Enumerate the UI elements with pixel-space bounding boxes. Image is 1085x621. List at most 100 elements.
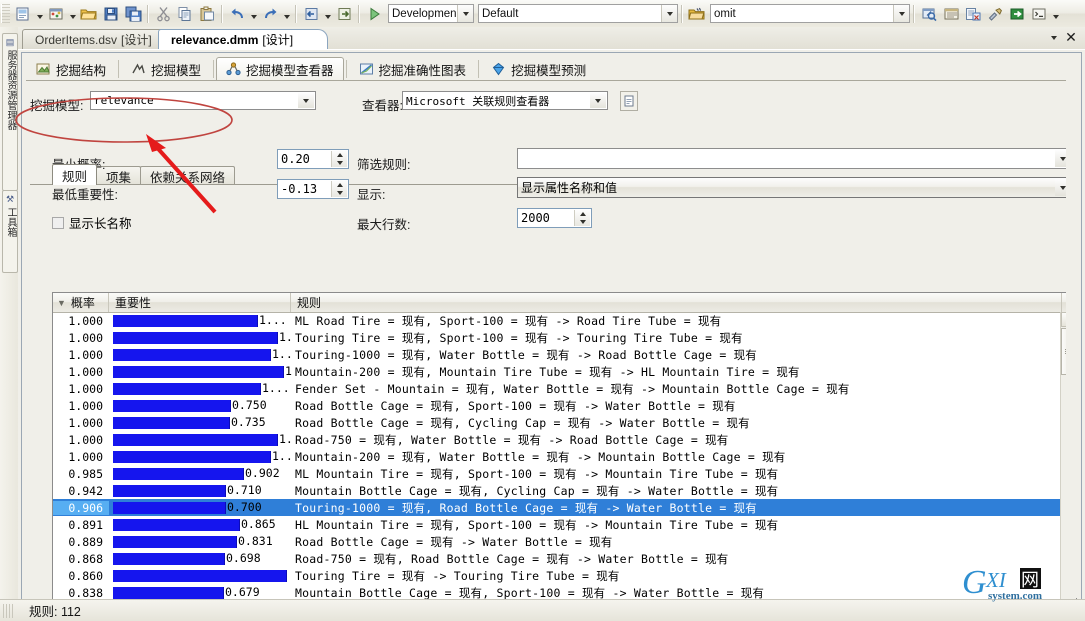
save-icon[interactable]	[100, 3, 122, 25]
tab-orderitems[interactable]: OrderItems.dsv [设计]	[22, 29, 172, 49]
save-all-icon[interactable]	[122, 3, 144, 25]
min-probability-spin-down[interactable]	[332, 159, 347, 167]
copy-icon[interactable]	[174, 3, 196, 25]
undo-icon[interactable]	[226, 3, 248, 25]
add-item-icon[interactable]	[45, 3, 67, 25]
max-rows-spin-up[interactable]	[575, 210, 590, 218]
toolbox-icon[interactable]	[984, 3, 1006, 25]
viewer-combo-arrow[interactable]	[590, 93, 606, 108]
column-importance-label: 重要性	[115, 296, 152, 310]
viewer-combo[interactable]: Microsoft 关联规则查看器	[402, 91, 608, 110]
table-row[interactable]: 0.891 0.865 HL Mountain Tire = 现有, Sport-1…	[53, 516, 1061, 533]
table-row[interactable]: 0.889 0.831 Road Bottle Cage = 现有 -> Water…	[53, 533, 1061, 550]
open-folder-icon[interactable]	[78, 3, 100, 25]
navigate-backward-dropdown-arrow[interactable]	[322, 3, 333, 25]
table-row[interactable]: 0.942 0.710 Mountain Bottle Cage = 现有, Cyc…	[53, 482, 1061, 499]
designer-surface: 挖掘结构 挖掘模型 挖掘模型查看器 挖掘准确性图表 挖掘模型预测 挖掘模型: r…	[18, 49, 1085, 621]
document-tab-menu-icon[interactable]	[1048, 33, 1060, 43]
cut-icon[interactable]	[152, 3, 174, 25]
find-scope-icon[interactable]	[686, 3, 708, 25]
table-row[interactable]: 0.985 0.902 ML Mountain Tire = 现有, Sport-1…	[53, 465, 1061, 482]
min-importance-spin-up[interactable]	[332, 181, 347, 189]
importance-value: 0.735	[231, 415, 266, 429]
sidebar-item-server-explorer[interactable]: ▤ 服务器资源管理器	[2, 33, 18, 191]
table-row[interactable]: 0.860 Touring Tire = 现有 -> Touring Tire T…	[53, 567, 1061, 584]
navigate-backward-icon[interactable]	[300, 3, 322, 25]
rules-grid[interactable]: ▼ 概率 重要性 规则 1.000 1... ML Road Tire = 现有, …	[52, 292, 1077, 621]
column-importance[interactable]: 重要性	[109, 293, 291, 312]
start-debug-icon[interactable]	[363, 3, 385, 25]
tab-relevance[interactable]: relevance.dmm [设计]	[158, 29, 328, 49]
deploy-icon[interactable]	[1006, 3, 1028, 25]
tab-mining-structure[interactable]: 挖掘结构	[26, 57, 116, 81]
subtab-dependency-network[interactable]: 依赖关系网络	[140, 166, 236, 185]
mining-model-combo-arrow[interactable]	[298, 93, 314, 108]
solution-configuration-combo[interactable]: Developmen	[388, 4, 474, 23]
table-row[interactable]: 1.000 0.735 Road Bottle Cage = 现有, Cycling…	[53, 414, 1061, 431]
paste-icon[interactable]	[196, 3, 218, 25]
sidebar-item-toolbox[interactable]: ⚒ 工具箱	[2, 190, 18, 273]
new-project-dropdown-arrow[interactable]	[34, 3, 45, 25]
command-window-icon[interactable]	[1028, 3, 1050, 25]
column-probability[interactable]: ▼ 概率	[53, 293, 109, 312]
tab-mining-models[interactable]: 挖掘模型	[121, 57, 211, 81]
min-importance-spin-down[interactable]	[332, 189, 347, 197]
tab-mining-model-viewer[interactable]: 挖掘模型查看器	[216, 57, 344, 81]
importance-value: 1	[285, 364, 292, 378]
table-row[interactable]: 1.000 1. Touring Tire = 现有, Sport-100 = 现有…	[53, 329, 1061, 346]
close-document-icon[interactable]: ✕	[1063, 29, 1079, 45]
find-combo-arrow[interactable]	[893, 5, 909, 22]
refresh-icon[interactable]	[620, 91, 638, 111]
rules-grid-body[interactable]: 1.000 1... ML Road Tire = 现有, Sport-100 = …	[53, 312, 1061, 621]
min-importance-spinner[interactable]	[331, 181, 347, 197]
tab-mining-model-prediction[interactable]: 挖掘模型预测	[481, 57, 596, 81]
min-probability-input[interactable]: 0.20	[277, 149, 349, 169]
show-long-name-checkbox[interactable]: 显示长名称	[52, 213, 132, 232]
add-item-dropdown-arrow[interactable]	[67, 3, 78, 25]
max-rows-spin-down[interactable]	[575, 218, 590, 226]
tab-mining-accuracy-chart[interactable]: 挖掘准确性图表	[349, 57, 477, 81]
designer-vertical-scrollbar[interactable]	[1066, 54, 1080, 598]
table-row[interactable]: 1.000 1. Road-750 = 现有, Water Bottle = 现有 …	[53, 431, 1061, 448]
new-project-icon[interactable]	[12, 3, 34, 25]
redo-icon[interactable]	[259, 3, 281, 25]
mining-model-combo[interactable]: relevance	[90, 91, 316, 110]
solution-explorer-icon[interactable]	[918, 3, 940, 25]
solution-platform-arrow[interactable]	[661, 5, 677, 22]
find-combo[interactable]: omit	[710, 4, 910, 23]
object-browser-icon[interactable]	[962, 3, 984, 25]
column-rule[interactable]: 规则	[291, 293, 1062, 312]
table-row[interactable]: 1.000 1.. Touring-1000 = 现有, Water Bottle …	[53, 346, 1061, 363]
toolbar-overflow-arrow[interactable]	[1050, 3, 1061, 25]
cell-probability: 0.906	[53, 500, 109, 515]
max-rows-input[interactable]: 2000	[517, 208, 592, 228]
navigate-forward-icon[interactable]	[333, 3, 355, 25]
table-row[interactable]: 1.000 1.. Mountain-200 = 现有, Water Bottle …	[53, 448, 1061, 465]
properties-window-icon[interactable]	[940, 3, 962, 25]
undo-dropdown-arrow[interactable]	[248, 3, 259, 25]
solution-platform-combo[interactable]: Default	[478, 4, 678, 23]
min-importance-input[interactable]: -0.13	[277, 179, 349, 199]
table-row[interactable]: 0.868 0.698 Road-750 = 现有, Road Bottle Cag…	[53, 550, 1061, 567]
table-row[interactable]: 1.000 0.750 Road Bottle Cage = 现有, Sport-1…	[53, 397, 1061, 414]
min-probability-spinner[interactable]	[331, 151, 347, 167]
status-bar: 规则: 112	[0, 599, 1085, 621]
subtab-rules[interactable]: 规则	[52, 164, 98, 185]
cell-probability: 1.000	[68, 449, 103, 464]
table-row[interactable]: 0.906 0.700 Touring-1000 = 现有, Road Bottle…	[53, 499, 1061, 516]
watermark-logo: G XI 网 system.com	[962, 564, 1042, 602]
max-rows-spinner[interactable]	[574, 210, 590, 226]
toolbar-grip[interactable]	[1, 4, 10, 23]
min-probability-spin-up[interactable]	[332, 151, 347, 159]
table-row[interactable]: 1.000 1... Fender Set - Mountain = 现有, Wat…	[53, 380, 1061, 397]
table-row[interactable]: 1.000 1... ML Road Tire = 现有, Sport-100 = …	[53, 312, 1061, 329]
solution-configuration-arrow[interactable]	[457, 5, 473, 22]
show-combo[interactable]: 显示属性名称和值	[517, 177, 1073, 198]
table-row[interactable]: 1.000 1 Mountain-200 = 现有, Mountain Tire T…	[53, 363, 1061, 380]
redo-dropdown-arrow[interactable]	[281, 3, 292, 25]
cell-probability: 0.868	[68, 551, 103, 566]
sort-descending-icon: ▼	[57, 297, 66, 308]
filter-rule-combo[interactable]	[517, 148, 1073, 169]
cell-importance: 0.750	[109, 397, 291, 414]
show-long-name-checkbox-box[interactable]	[52, 216, 64, 229]
